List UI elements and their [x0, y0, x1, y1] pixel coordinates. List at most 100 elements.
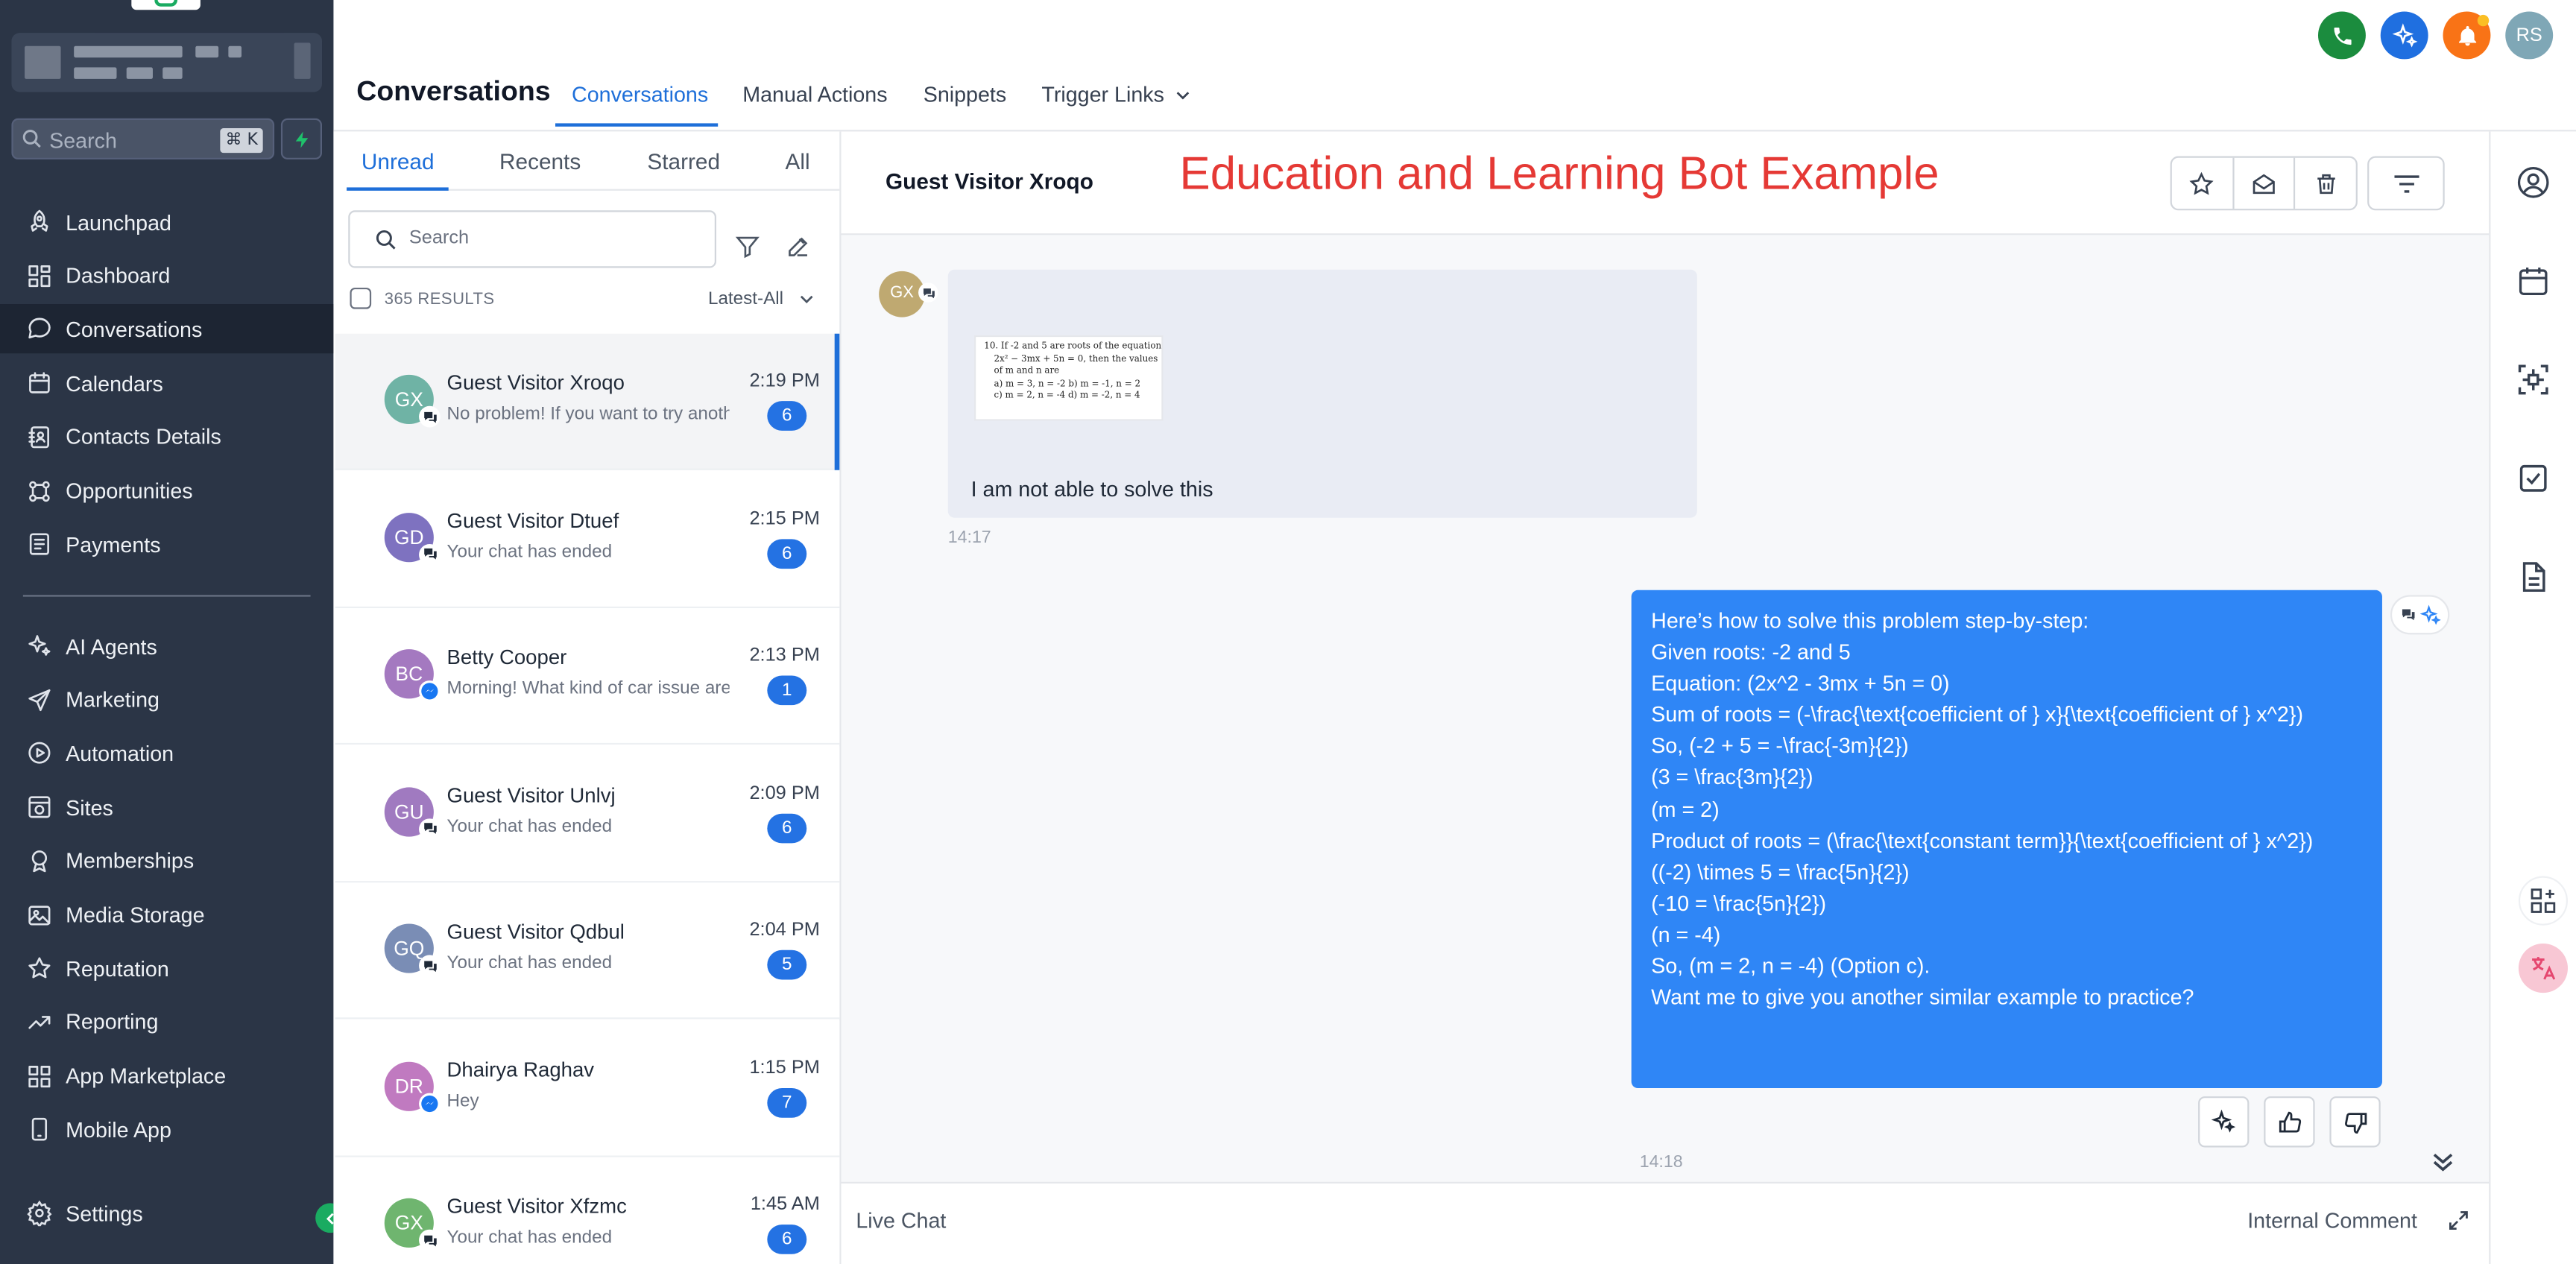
sidebar-item-reputation[interactable]: Reputation: [0, 944, 333, 993]
conversation-row[interactable]: GX Guest Visitor Xroqo No problem! If you …: [335, 333, 840, 470]
contact-name: Guest Visitor Xroqo: [446, 371, 625, 395]
phone-icon: [2331, 24, 2354, 47]
calendar-icon: [26, 370, 52, 396]
translate-button[interactable]: [2518, 943, 2569, 993]
chat-channel-icon: [421, 546, 438, 562]
ai-assistant-button[interactable]: [2380, 11, 2428, 60]
sidebar-item-mobile-app[interactable]: Mobile App: [0, 1105, 333, 1154]
sidebar-search[interactable]: Search ⌘ K: [11, 118, 275, 159]
chat-channel-icon: [421, 408, 438, 425]
sidebar-item-label: Media Storage: [66, 902, 205, 927]
star-button[interactable]: [2172, 157, 2234, 209]
outgoing-message-line: ((-2) \times 5 = \frac{5n}{2}): [1651, 859, 1910, 885]
tab-unread[interactable]: Unread: [362, 150, 435, 174]
thumbs-up-button[interactable]: [2264, 1096, 2315, 1148]
sidebar-item-settings[interactable]: Settings: [0, 1189, 333, 1238]
sidebar-item-sites[interactable]: Sites: [0, 783, 333, 832]
attached-image[interactable]: 10. If -2 and 5 are roots of the equatio…: [974, 335, 1164, 421]
select-all-checkbox[interactable]: [350, 287, 372, 309]
sidebar-item-ai-agents[interactable]: AI Agents: [0, 622, 333, 671]
sort-dropdown[interactable]: Latest-All: [708, 289, 815, 309]
conversation-row[interactable]: DR Dhairya Raghav Hey 1:15 PM 7: [335, 1020, 840, 1157]
account-switcher[interactable]: [11, 33, 323, 92]
sidebar-item-label: App Marketplace: [66, 1064, 227, 1089]
notes-icon[interactable]: [2515, 559, 2551, 595]
unread-count-badge: 1: [767, 675, 807, 706]
message-preview: No problem! If you want to try another: [446, 404, 730, 425]
sidebar-item-calendars[interactable]: Calendars: [0, 358, 333, 408]
notification-dot: [2477, 14, 2490, 27]
message-time: 2:15 PM: [749, 508, 820, 529]
sidebar-item-dashboard[interactable]: Dashboard: [0, 251, 333, 300]
user-avatar[interactable]: RS: [2505, 11, 2554, 60]
outgoing-message-line: (m = 2): [1651, 796, 1720, 821]
phone-button[interactable]: [2317, 11, 2366, 60]
sidebar-item-marketing[interactable]: Marketing: [0, 675, 333, 724]
unread-count-badge: 6: [767, 812, 807, 843]
conversation-row[interactable]: GD Guest Visitor Dtuef Your chat has ended…: [335, 470, 840, 607]
sidebar-item-contacts-details[interactable]: Contacts Details: [0, 412, 333, 461]
trash-icon: [2313, 170, 2339, 196]
thumbs-down-button[interactable]: [2329, 1096, 2381, 1148]
contact-profile-icon[interactable]: [2515, 165, 2551, 201]
conversation-row[interactable]: GX Guest Visitor Xfzmc Your chat has ended…: [335, 1157, 840, 1264]
sidebar-item-label: Automation: [66, 741, 174, 766]
sidebar-item-conversations[interactable]: Conversations: [0, 304, 334, 355]
contact-name: Guest Visitor Qdbul: [446, 920, 625, 944]
regenerate-ai-button[interactable]: [2198, 1096, 2250, 1148]
message-time: 1:45 AM: [750, 1195, 820, 1215]
sparkle-icon: [2211, 1109, 2236, 1134]
compose-icon[interactable]: [786, 233, 812, 259]
sidebar-item-media-storage[interactable]: Media Storage: [0, 890, 333, 939]
sidebar-item-launchpad[interactable]: Launchpad: [0, 197, 333, 247]
apps-plus-icon: [2528, 886, 2558, 916]
sidebar-item-payments[interactable]: Payments: [0, 519, 333, 569]
sidebar-item-app-marketplace[interactable]: App Marketplace: [0, 1052, 333, 1101]
notifications-button[interactable]: [2443, 11, 2491, 60]
sidebar-item-reporting[interactable]: Reporting: [0, 997, 333, 1046]
workflow-icon[interactable]: [2515, 361, 2551, 398]
conversation-row[interactable]: GQ Guest Visitor Qdbul Your chat has ended…: [335, 882, 840, 1020]
sidebar-item-memberships[interactable]: Memberships: [0, 836, 333, 885]
tab-all[interactable]: All: [786, 150, 810, 174]
sidebar-item-label: Calendars: [66, 370, 163, 396]
conversation-search-input[interactable]: Search: [348, 210, 716, 268]
tab-conversations[interactable]: Conversations: [572, 82, 708, 107]
calendar-icon[interactable]: [2515, 263, 2551, 300]
sidebar-item-opportunities[interactable]: Opportunities: [0, 466, 333, 515]
selected-row-indicator: [834, 333, 840, 470]
composer-channel-selector[interactable]: Live Chat: [856, 1208, 946, 1233]
scroll-to-bottom-icon[interactable]: [2428, 1147, 2458, 1177]
composer-divider: [841, 1181, 2491, 1184]
tab-recents[interactable]: Recents: [499, 150, 581, 174]
sort-label: Latest-All: [707, 289, 784, 309]
brand-logo: [131, 0, 201, 10]
internal-comment-tab[interactable]: Internal Comment: [2247, 1208, 2417, 1233]
mark-unread-button[interactable]: [2234, 157, 2296, 209]
message-filter-button[interactable]: [2367, 156, 2445, 211]
tab-manual-actions[interactable]: Manual Actions: [742, 82, 887, 107]
delete-button[interactable]: [2296, 158, 2356, 209]
quick-action-button[interactable]: [280, 118, 323, 159]
filter-icon[interactable]: [734, 233, 760, 259]
globe-icon: [26, 794, 52, 820]
chat-channel-icon: [2399, 607, 2416, 623]
expand-composer-icon[interactable]: [2446, 1208, 2472, 1234]
page-title: Conversations: [356, 75, 551, 107]
chat-channel-icon: [421, 958, 438, 974]
outgoing-message-line: Here’s how to solve this problem step-by…: [1651, 608, 2089, 633]
active-tab-indicator: [555, 123, 719, 127]
channel-badge: [419, 405, 441, 428]
tab-starred[interactable]: Starred: [647, 150, 720, 174]
add-app-button[interactable]: [2518, 876, 2569, 926]
filter-lines-icon: [2391, 171, 2421, 195]
task-checkbox-icon[interactable]: [2515, 461, 2551, 497]
tab-snippets[interactable]: Snippets: [924, 82, 1007, 107]
tab-trigger-links[interactable]: Trigger Links: [1041, 82, 1190, 107]
conversation-row[interactable]: BC Betty Cooper Morning! What kind of car …: [335, 608, 840, 745]
contact-name: Guest Visitor Xfzmc: [446, 1195, 627, 1219]
image-text-line: of m and n are: [994, 367, 1060, 377]
conversation-row[interactable]: GU Guest Visitor Unlvj Your chat has ended…: [335, 745, 840, 882]
sidebar-item-automation[interactable]: Automation: [0, 729, 333, 778]
outgoing-message-line: So, (-2 + 5 = -\frac{-3m}{2}): [1651, 733, 1909, 759]
